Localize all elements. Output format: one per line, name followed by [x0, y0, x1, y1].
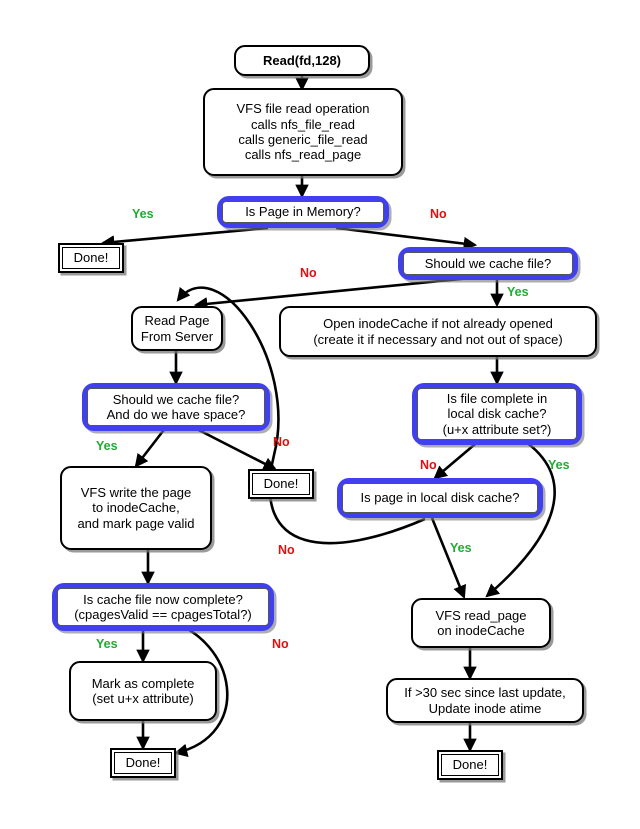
node-is-cache-file-now-complete[interactable]: Is cache file now complete? (cpagesValid…: [52, 583, 274, 631]
node-is-page-in-local-disk-cache-inner: Is page in local disk cache?: [342, 483, 538, 513]
node-done-4-inner: Done!: [441, 754, 499, 776]
node-is-page-in-memory-inner: Is Page in Memory?: [222, 201, 384, 223]
node-should-we-cache-file-inner: Should we cache file?: [403, 252, 573, 275]
node-is-page-in-memory[interactable]: Is Page in Memory?: [217, 196, 389, 228]
edge-page-in-mem-no: [335, 226, 478, 251]
edge-page-in-disk-yes: [430, 517, 467, 600]
node-should-we-cache-file-label: Should we cache file?: [424, 255, 552, 271]
edge-label-page-in-disk-yes: Yes: [450, 541, 472, 555]
node-is-file-complete-local-disk-cache-inner: Is file complete in local disk cache? (u…: [417, 388, 577, 440]
edge-label-page-in-mem-no: No: [430, 207, 447, 221]
node-open-inodecache-label: Open inodeCache if not already opened (c…: [313, 316, 563, 347]
node-is-page-in-local-disk-cache-label: Is page in local disk cache?: [360, 490, 520, 506]
node-is-page-in-memory-label: Is Page in Memory?: [245, 204, 361, 220]
node-done-1-label: Done!: [73, 250, 109, 266]
node-should-we-cache-file-and-space[interactable]: Should we cache file? And do we have spa…: [82, 383, 270, 431]
node-vfs-file-read-operation-label: VFS file read operation calls nfs_file_r…: [236, 101, 370, 163]
edge-label-page-in-mem-yes: Yes: [132, 207, 154, 221]
node-is-page-in-local-disk-cache[interactable]: Is page in local disk cache?: [337, 478, 543, 518]
edge-cache-file-no: [193, 276, 472, 311]
edge-page-in-mem-yes: [100, 226, 269, 249]
node-is-cache-file-now-complete-label: Is cache file now complete? (cpagesValid…: [74, 591, 252, 622]
edge-label-page-in-disk-no: No: [278, 543, 295, 557]
node-vfs-read-page-on-inodecache[interactable]: VFS read_page on inodeCache: [411, 598, 551, 648]
node-update-inode-atime[interactable]: If >30 sec since last update, Update ino…: [386, 678, 584, 723]
node-done-1-inner: Done!: [62, 247, 120, 269]
node-vfs-write-the-page-label: VFS write the page to inodeCache, and ma…: [77, 485, 195, 531]
node-open-inodecache[interactable]: Open inodeCache if not already opened (c…: [279, 306, 597, 357]
node-mark-as-complete[interactable]: Mark as complete (set u+x attribute): [69, 661, 217, 721]
node-should-we-cache-file[interactable]: Should we cache file?: [398, 247, 578, 280]
node-mark-as-complete-label: Mark as complete (set u+x attribute): [91, 675, 195, 706]
node-done-3-label: Done!: [125, 755, 161, 771]
node-start-label: Read(fd,128): [262, 52, 342, 68]
node-vfs-read-page-on-inodecache-label: VFS read_page on inodeCache: [435, 607, 527, 638]
edge-label-cache-file-yes: Yes: [507, 285, 529, 299]
node-read-page-from-server-label: Read Page From Server: [140, 313, 214, 344]
node-done-2-label: Done!: [263, 476, 299, 492]
node-done-2-inner: Done!: [252, 473, 310, 495]
node-vfs-file-read-operation[interactable]: VFS file read operation calls nfs_file_r…: [203, 88, 403, 176]
node-should-we-cache-file-and-space-inner: Should we cache file? And do we have spa…: [87, 388, 265, 426]
node-is-file-complete-local-disk-cache-label: Is file complete in local disk cache? (u…: [442, 391, 552, 437]
edge-label-cache-space-no: No: [273, 435, 290, 449]
node-done-2[interactable]: Done!: [248, 469, 314, 499]
flowchart-canvas: Read(fd,128) VFS file read operation cal…: [0, 0, 640, 829]
node-done-3-inner: Done!: [114, 752, 172, 774]
node-is-cache-file-now-complete-inner: Is cache file now complete? (cpagesValid…: [57, 588, 269, 626]
node-is-file-complete-local-disk-cache[interactable]: Is file complete in local disk cache? (u…: [412, 383, 582, 445]
edge-label-file-complete-no: No: [420, 458, 437, 472]
node-done-4-label: Done!: [452, 757, 488, 773]
edge-label-cache-file-no: No: [300, 266, 317, 280]
node-done-3[interactable]: Done!: [110, 748, 176, 778]
edge-label-cache-space-yes: Yes: [96, 439, 118, 453]
edge-label-cache-now-no: No: [272, 637, 289, 651]
node-done-4[interactable]: Done!: [437, 750, 503, 780]
node-read-page-from-server[interactable]: Read Page From Server: [131, 306, 223, 351]
edge-label-file-complete-yes: Yes: [548, 458, 570, 472]
edge-label-cache-now-yes: Yes: [96, 637, 118, 651]
node-update-inode-atime-label: If >30 sec since last update, Update ino…: [404, 685, 566, 716]
node-start[interactable]: Read(fd,128): [234, 45, 370, 76]
node-vfs-write-the-page[interactable]: VFS write the page to inodeCache, and ma…: [60, 466, 212, 550]
node-done-1[interactable]: Done!: [58, 243, 124, 273]
node-should-we-cache-file-and-space-label: Should we cache file? And do we have spa…: [106, 391, 246, 422]
